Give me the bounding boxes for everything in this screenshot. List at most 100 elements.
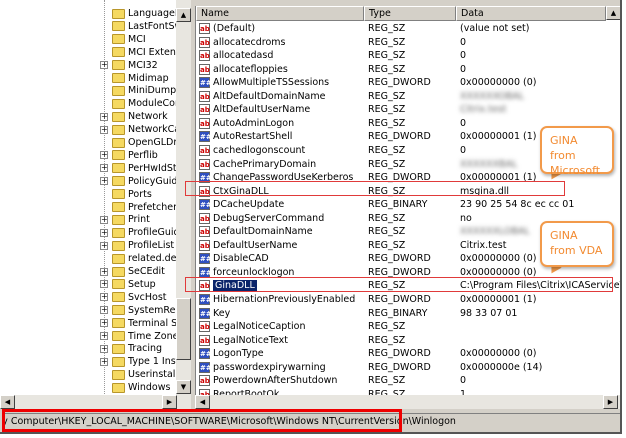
- tree-item[interactable]: LanguagePac: [0, 7, 191, 20]
- tree-item[interactable]: MiniDumpAux: [0, 84, 191, 97]
- value-row[interactable]: ## Key REG_BINARY 98 33 07 01: [196, 307, 616, 321]
- string-value-icon: ab: [199, 144, 210, 156]
- value-type: REG_SZ: [368, 239, 406, 251]
- expand-icon[interactable]: +: [100, 332, 108, 340]
- value-row[interactable]: ab allocatefloppies REG_SZ 0: [196, 63, 616, 77]
- column-header-type[interactable]: Type: [364, 6, 456, 21]
- tree-item[interactable]: + SystemResto: [0, 304, 190, 317]
- expand-icon[interactable]: +: [100, 61, 108, 70]
- expand-icon[interactable]: +: [100, 319, 108, 328]
- folder-icon: [112, 266, 125, 277]
- value-row[interactable]: ## DCacheUpdate REG_BINARY 23 90 25 54 8…: [196, 198, 616, 212]
- folder-icon: [112, 382, 125, 393]
- folder-icon: [112, 47, 125, 58]
- tree-item[interactable]: + Time Zones: [0, 330, 183, 343]
- tree-item[interactable]: Midimap: [0, 72, 176, 85]
- tree-item[interactable]: Windows: [0, 381, 176, 394]
- expand-icon[interactable]: +: [100, 306, 108, 315]
- list-scroll-left-button[interactable]: ◀: [195, 395, 210, 409]
- value-row[interactable]: ## passwordexpirywarning REG_DWORD 0x000…: [196, 361, 616, 375]
- tree-item[interactable]: + Setup: [0, 278, 176, 291]
- folder-icon: [112, 85, 125, 96]
- folder-icon: [112, 111, 125, 122]
- expand-icon[interactable]: +: [100, 228, 108, 237]
- expand-icon[interactable]: +: [100, 241, 108, 250]
- value-type: REG_DWORD: [368, 77, 431, 89]
- value-name: LogonType: [213, 348, 264, 360]
- tree-item[interactable]: + ProfileList: [0, 239, 176, 252]
- tree-item[interactable]: + Tracing: [0, 342, 176, 355]
- value-type: REG_SZ: [368, 144, 406, 156]
- value-row[interactable]: ab allocatedasd REG_SZ 0: [196, 49, 616, 63]
- value-row[interactable]: ab LegalNoticeText REG_SZ: [196, 334, 616, 348]
- value-row[interactable]: ab AltDefaultDomainName REG_SZ XXXXXXOBA…: [196, 90, 616, 104]
- value-name: HibernationPreviouslyEnabled: [213, 294, 356, 305]
- expand-icon[interactable]: +: [100, 112, 108, 121]
- tree-item[interactable]: + Network: [0, 110, 176, 123]
- tree-item[interactable]: Userinstallabl: [0, 368, 191, 381]
- value-type: REG_SZ: [368, 375, 406, 387]
- list-horizontal-scrollbar[interactable]: [195, 395, 620, 409]
- tree-item[interactable]: related.desc: [0, 252, 187, 265]
- value-name: (Default): [213, 23, 256, 34]
- tree-item[interactable]: ModuleCompa: [0, 97, 191, 110]
- tree-item[interactable]: MCI Extensio: [0, 46, 189, 59]
- tree-item-label: Midimap: [128, 72, 169, 84]
- scroll-down-button[interactable]: ▼: [176, 380, 191, 394]
- tree-item[interactable]: + Perflib: [0, 149, 176, 162]
- tree-item[interactable]: LastFontSwee: [0, 20, 191, 33]
- expand-icon[interactable]: +: [100, 280, 108, 289]
- list-scroll-right-button[interactable]: ▶: [603, 395, 618, 409]
- string-value-icon: ab: [199, 90, 210, 102]
- expand-icon[interactable]: +: [100, 125, 108, 134]
- tree-item[interactable]: + NetworkCard: [0, 123, 190, 136]
- value-name: AllowMultipleTSSessions: [213, 77, 330, 89]
- expand-icon[interactable]: +: [100, 293, 108, 302]
- tree-item[interactable]: + Print: [0, 213, 176, 226]
- string-value-icon: ab: [199, 23, 210, 34]
- value-row[interactable]: ab AltDefaultUserName REG_SZ Citrix.test: [196, 103, 616, 117]
- tree-item[interactable]: Prefetcher: [0, 201, 177, 214]
- column-header-data[interactable]: Data: [456, 6, 606, 21]
- expand-icon[interactable]: +: [100, 215, 108, 224]
- tree-item[interactable]: + MCI32: [0, 59, 176, 72]
- scroll-up-button[interactable]: ▲: [176, 8, 191, 22]
- tree-item[interactable]: + SvcHost: [0, 291, 176, 304]
- expand-icon[interactable]: +: [100, 151, 108, 160]
- tree-item[interactable]: MCI: [0, 33, 176, 46]
- value-row[interactable]: ab LegalNoticeCaption REG_SZ: [196, 320, 616, 334]
- tree-item[interactable]: + Type 1 Instal: [0, 355, 188, 368]
- value-row[interactable]: ab (Default) REG_SZ (value not set): [196, 22, 616, 36]
- value-row[interactable]: ab allocatecdroms REG_SZ 0: [196, 36, 616, 50]
- tree-item[interactable]: + ProfileGuid: [0, 226, 180, 239]
- column-header-name[interactable]: Name: [196, 6, 364, 21]
- expand-icon[interactable]: +: [100, 357, 108, 366]
- tree-item[interactable]: + PerHwIdStora: [0, 162, 191, 175]
- expand-icon[interactable]: +: [100, 267, 108, 276]
- binary-value-icon: ##: [199, 199, 212, 211]
- value-data: 0: [460, 117, 467, 129]
- value-row[interactable]: ab PowerdownAfterShutdown REG_SZ 0: [196, 374, 616, 388]
- expand-icon[interactable]: +: [100, 164, 108, 173]
- value-row[interactable]: ## LogonType REG_DWORD 0x00000000 (0): [196, 347, 616, 361]
- value-row[interactable]: ## HibernationPreviouslyEnabled REG_DWOR…: [196, 293, 616, 307]
- tree-item-label: PolicyGuid: [128, 175, 178, 187]
- value-data: 0x00000000 (0): [460, 77, 537, 89]
- tree-scroll-thumb[interactable]: [176, 298, 191, 360]
- value-name: CachePrimaryDomain: [213, 158, 317, 170]
- value-row[interactable]: ## AllowMultipleTSSessions REG_DWORD 0x0…: [196, 76, 616, 90]
- scroll-left-button[interactable]: ◀: [0, 395, 15, 409]
- value-name: AltDefaultDomainName: [213, 90, 326, 102]
- value-type: REG_DWORD: [368, 131, 431, 143]
- tree-item[interactable]: OpenGLDrive: [0, 136, 191, 149]
- list-scroll-up-button[interactable]: ▲: [606, 6, 620, 20]
- expand-icon[interactable]: +: [100, 177, 108, 186]
- tree-item-label: Print: [128, 214, 150, 226]
- scroll-right-button[interactable]: ▶: [162, 395, 177, 409]
- value-name: allocatefloppies: [213, 63, 288, 75]
- tree-item[interactable]: + Terminal Serv: [0, 317, 191, 330]
- tree-item[interactable]: + PolicyGuid: [0, 175, 178, 188]
- expand-icon[interactable]: +: [100, 344, 108, 353]
- tree-item[interactable]: + SeCEdit: [0, 265, 176, 278]
- tree-item[interactable]: Ports: [0, 188, 176, 201]
